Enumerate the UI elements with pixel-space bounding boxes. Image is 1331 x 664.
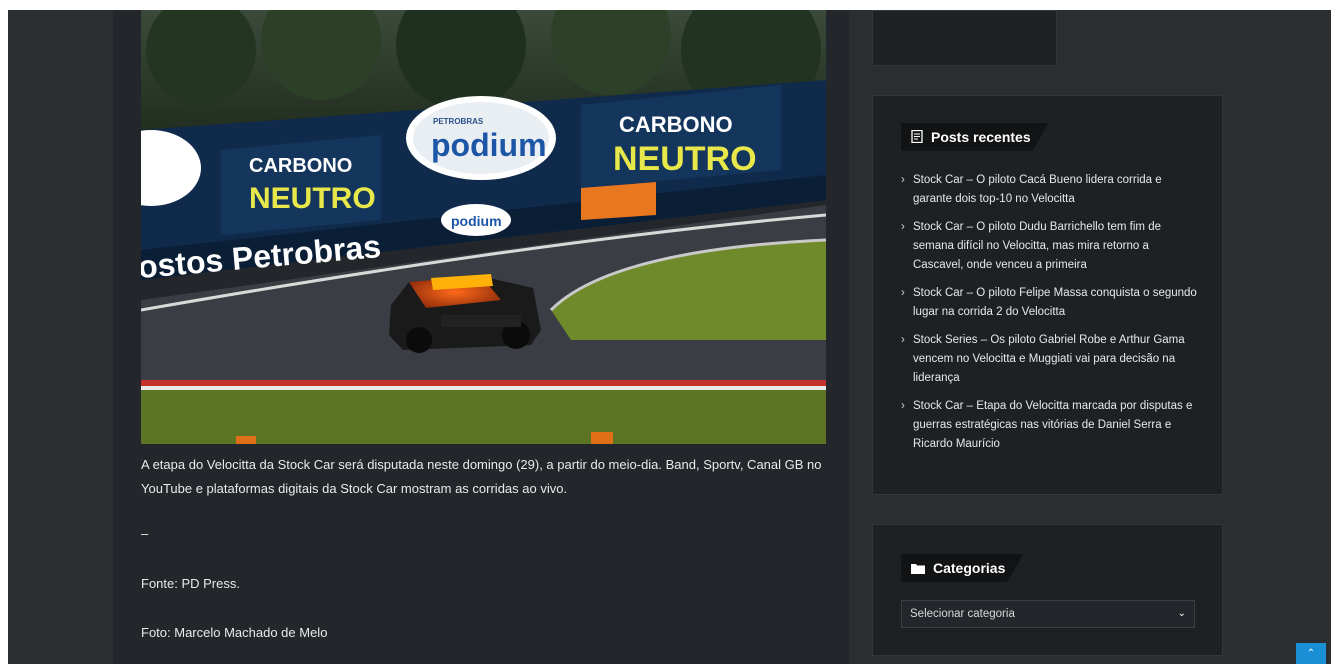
scroll-to-top-button[interactable]: ⌃ (1296, 643, 1326, 664)
article-photo: CARBONO NEUTRO CARBONO NEUTRO PETROBRAS … (141, 10, 826, 444)
chevron-right-icon: › (901, 400, 905, 412)
list-item: › Stock Car – O piloto Cacá Bueno lidera … (901, 171, 1201, 209)
banner-neutro-left: NEUTRO (249, 182, 376, 215)
chevron-right-icon: › (901, 221, 905, 233)
left-gutter (0, 10, 8, 664)
banner-petrobras-small: PETROBRAS (433, 117, 484, 126)
recent-post-link[interactable]: Stock Car – O piloto Dudu Barrichello te… (913, 221, 1161, 271)
article-source: Fonte: PD Press. (141, 576, 240, 591)
article-body-text: A etapa do Velocitta da Stock Car será d… (141, 457, 822, 496)
banner-carbono-right: CARBONO (619, 112, 733, 137)
banner-carbono-left: CARBONO (249, 155, 352, 177)
sidebar-widget-top (872, 10, 1057, 66)
chevron-down-icon: ⌄ (1177, 608, 1186, 619)
list-item: › Stock Series – Os piloto Gabriel Robe e… (901, 331, 1201, 388)
document-icon (911, 124, 923, 152)
banner-podium: podium (431, 127, 547, 163)
categories-widget: Categorias Selecionar categoria ⌄ (872, 524, 1223, 656)
recent-posts-widget: Posts recentes › Stock Car – O piloto Cac… (872, 95, 1223, 495)
race-car (389, 274, 541, 353)
article-paragraph: A etapa do Velocitta da Stock Car será d… (141, 453, 831, 501)
list-item: › Stock Car – O piloto Dudu Barrichello t… (901, 218, 1201, 275)
banner-podium-small: podium (451, 213, 502, 229)
race-photo-illustration: CARBONO NEUTRO CARBONO NEUTRO PETROBRAS … (141, 10, 826, 444)
chevron-up-icon: ⌃ (1306, 648, 1316, 659)
category-select[interactable]: Selecionar categoria ⌄ (901, 600, 1195, 628)
chevron-right-icon: › (901, 174, 905, 186)
recent-post-link[interactable]: Stock Car – O piloto Felipe Massa conqui… (913, 287, 1197, 318)
article-separator: – (141, 526, 149, 541)
categories-title: Categorias (901, 554, 1023, 582)
list-item: › Stock Car – Etapa do Velocitta marcada … (901, 397, 1201, 454)
recent-post-link[interactable]: Stock Car – O piloto Cacá Bueno lidera c… (913, 174, 1162, 205)
list-item: › Stock Car – O piloto Felipe Massa conqu… (901, 284, 1201, 322)
recent-posts-title-text: Posts recentes (931, 129, 1031, 145)
banner-neutro-right: NEUTRO (613, 140, 757, 178)
category-select-value: Selecionar categoria (910, 608, 1015, 620)
recent-post-link[interactable]: Stock Car – Etapa do Velocitta marcada p… (913, 400, 1192, 450)
recent-posts-list: › Stock Car – O piloto Cacá Bueno lidera … (901, 171, 1201, 463)
chevron-right-icon: › (901, 287, 905, 299)
article-photo-credit: Foto: Marcelo Machado de Melo (141, 625, 328, 640)
recent-post-link[interactable]: Stock Series – Os piloto Gabriel Robe e … (913, 334, 1185, 384)
chevron-right-icon: › (901, 334, 905, 346)
recent-posts-title: Posts recentes (901, 123, 1049, 151)
folder-icon (911, 555, 925, 583)
top-strip (0, 0, 1331, 10)
categories-title-text: Categorias (933, 560, 1006, 576)
